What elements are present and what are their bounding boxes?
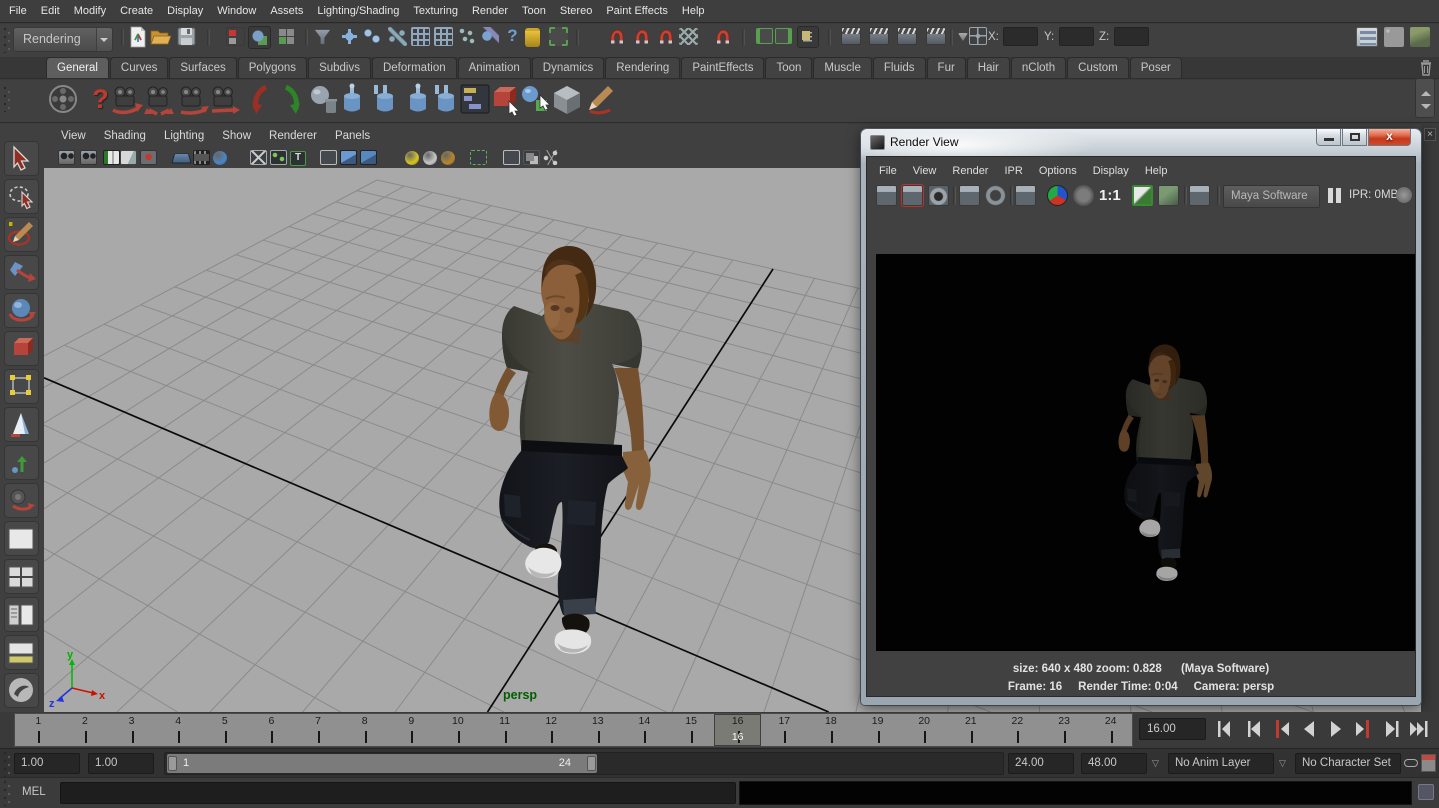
svg-text:y: y <box>67 649 74 661</box>
svg-text:z: z <box>49 698 55 710</box>
svg-text:x: x <box>99 690 106 702</box>
svg-text:persp: persp <box>503 688 537 702</box>
